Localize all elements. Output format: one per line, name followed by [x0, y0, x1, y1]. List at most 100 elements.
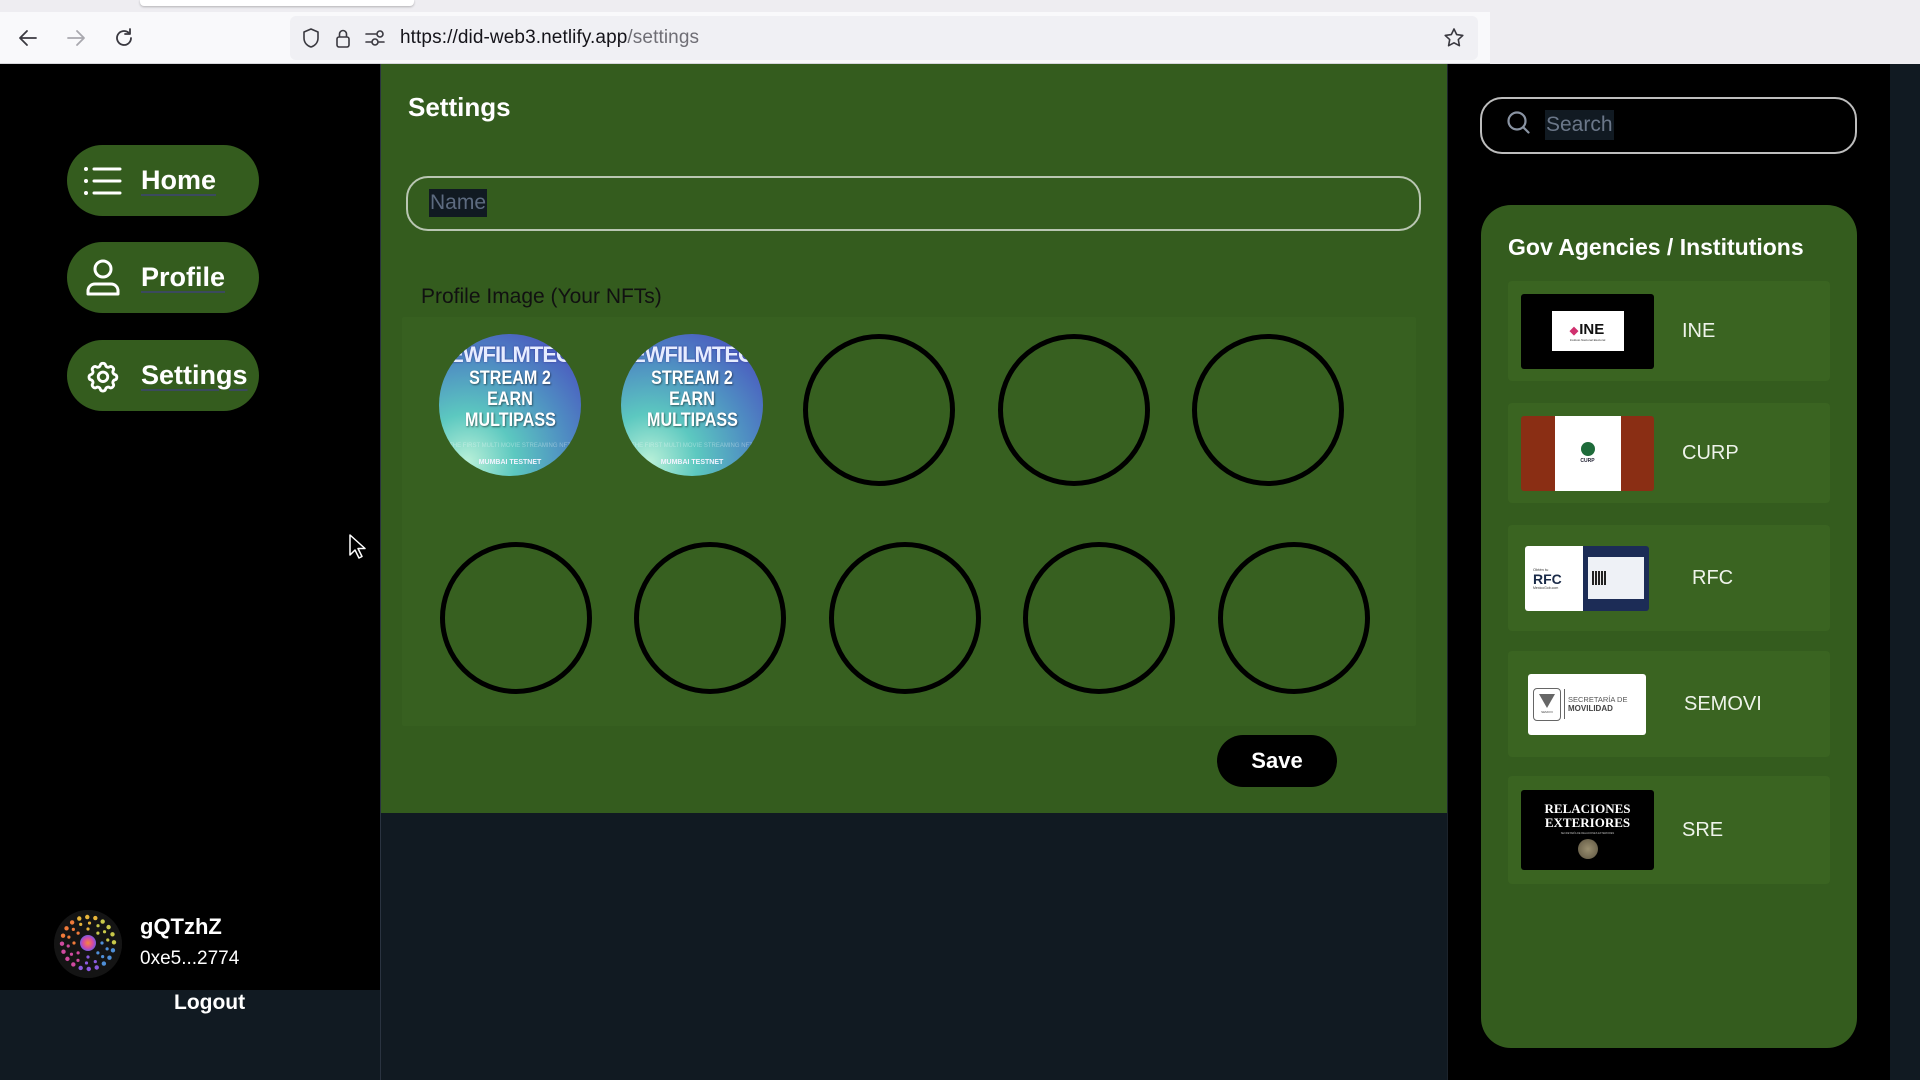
avatar-dot — [85, 914, 90, 920]
sidebar-item-home[interactable]: Home — [67, 145, 259, 216]
save-button[interactable]: Save — [1217, 735, 1337, 787]
nft-slot-empty[interactable] — [634, 542, 786, 694]
search-icon — [1506, 110, 1532, 141]
avatar-dot — [102, 930, 107, 934]
avatar-dot — [64, 926, 69, 931]
nft-slot-empty[interactable] — [1218, 542, 1370, 694]
avatar-dot — [110, 932, 115, 937]
gear-icon — [83, 356, 123, 396]
agency-name: INE — [1682, 319, 1716, 342]
back-button[interactable] — [12, 22, 44, 54]
avatar-dot — [69, 952, 74, 956]
curp-logo: CURP — [1521, 415, 1654, 491]
agency-item-sre[interactable]: RELACIONES EXTERIORES SECRETARÍA DE RELA… — [1508, 776, 1830, 884]
search-field[interactable]: Search — [1480, 97, 1857, 154]
semovi-logo: SEMOVI SECRETARÍA DE MOVILIDAD — [1528, 673, 1646, 735]
star-icon — [1444, 28, 1464, 47]
nft-slot-empty[interactable] — [440, 542, 592, 694]
shield-icon[interactable] — [300, 27, 322, 49]
agency-name: SEMOVI — [1684, 692, 1762, 715]
sre-logo: RELACIONES EXTERIORES SECRETARÍA DE RELA… — [1521, 790, 1654, 870]
lock-icon[interactable] — [332, 27, 354, 49]
avatar-dot — [76, 951, 80, 955]
avatar-dot — [76, 931, 80, 935]
nft-subtitle: THE FIRST MULTI MOVIE STREAMING NFT — [631, 443, 753, 449]
agencies-title: Gov Agencies / Institutions — [1508, 234, 1804, 260]
ine-logo: ◆INE Instituto Nacional Electoral — [1521, 293, 1654, 369]
page-title: Settings — [408, 92, 511, 122]
avatar-dot — [100, 919, 105, 924]
agency-name: RFC — [1692, 566, 1734, 589]
sidebar-item-label: Profile — [141, 262, 226, 292]
avatar-dot — [65, 956, 70, 962]
avatar-dot — [106, 924, 111, 930]
avatar-dot — [84, 961, 89, 965]
rfc-logo: Obtén tu RFC MexicoGob.com — [1525, 545, 1649, 611]
nft-slot-empty[interactable] — [829, 542, 981, 694]
avatar-dot — [94, 965, 99, 970]
agency-item-ine[interactable]: ◆INE Instituto Nacional Electoral INE — [1508, 281, 1830, 381]
avatar-dot — [78, 965, 83, 971]
avatar-dot — [96, 931, 100, 935]
reload-button[interactable] — [108, 22, 140, 54]
list-icon — [83, 161, 123, 201]
user-icon — [83, 258, 123, 298]
avatar-dot — [105, 947, 109, 951]
avatar-dot — [111, 940, 117, 945]
arrow-right-icon — [67, 30, 85, 46]
forward-button[interactable] — [60, 22, 92, 54]
avatar-dot — [93, 915, 98, 921]
address-bar[interactable]: https://did-web3.netlify.app/settings — [290, 16, 1478, 60]
sidebar-item-settings[interactable]: Settings — [67, 340, 259, 411]
url-host: https://did-web3.netlify.app — [400, 27, 628, 48]
content-background — [381, 813, 1447, 1080]
nft-network: MUMBAI TESTNET — [478, 459, 542, 466]
avatar-dots-icon — [54, 910, 122, 978]
arrow-left-icon — [19, 30, 37, 46]
avatar-dot — [87, 921, 92, 925]
nft-line1: STREAM 2 EARN — [651, 368, 733, 410]
avatar[interactable] — [54, 910, 122, 978]
avatar-dot — [93, 960, 97, 964]
nft-line1: STREAM 2 EARN — [469, 368, 551, 410]
browser-active-tab[interactable] — [140, 0, 414, 6]
avatar-dot — [71, 927, 75, 931]
avatar-dot — [100, 941, 104, 945]
scrollbar-track[interactable] — [1890, 64, 1920, 1080]
search-input[interactable] — [1542, 113, 1855, 138]
agency-item-rfc[interactable]: Obtén tu RFC MexicoGob.com RFC — [1508, 525, 1830, 631]
permissions-icon[interactable] — [364, 27, 386, 49]
avatar-dot — [86, 966, 91, 972]
nft-network: MUMBAI TESTNET — [660, 459, 724, 466]
name-input[interactable] — [428, 191, 1419, 216]
reload-icon — [116, 28, 132, 46]
avatar-dot — [71, 962, 76, 967]
bookmark-button[interactable] — [1440, 24, 1468, 52]
avatar-dot — [106, 938, 110, 942]
agency-item-semovi[interactable]: SEMOVI SECRETARÍA DE MOVILIDAD SEMOVI — [1508, 651, 1830, 757]
nft-slot-empty[interactable] — [998, 334, 1150, 486]
sidebar-item-profile[interactable]: Profile — [67, 242, 259, 313]
agency-item-curp[interactable]: CURP CURP — [1508, 403, 1830, 503]
avatar-dot — [86, 955, 90, 959]
nft-slot-empty[interactable] — [1192, 334, 1344, 486]
nft-item[interactable]: NEWFILMTECH STREAM 2 EARN MULTIPASS THE … — [621, 334, 763, 476]
profile-image-label: Profile Image (Your NFTs) — [421, 285, 662, 308]
nft-line2: MULTIPASS — [464, 410, 556, 431]
url-path: /settings — [627, 27, 700, 48]
avatar-dot — [101, 955, 105, 959]
nft-subtitle: THE FIRST MULTI MOVIE STREAMING NFT — [449, 443, 571, 449]
mouse-cursor-icon — [348, 533, 368, 566]
nft-slot-empty[interactable] — [1023, 542, 1175, 694]
nft-item[interactable]: NEWFILMTECH STREAM 2 EARN MULTIPASS THE … — [439, 334, 581, 476]
agency-name: SRE — [1682, 818, 1724, 841]
url-text[interactable]: https://did-web3.netlify.app/settings — [400, 27, 699, 49]
sidebar-item-label: Settings — [141, 360, 248, 390]
name-field[interactable]: Name — [406, 176, 1421, 231]
avatar-dot — [66, 944, 70, 948]
avatar-dot — [107, 955, 112, 960]
avatar-dot — [96, 951, 100, 955]
nft-slot-empty[interactable] — [803, 334, 955, 486]
avatar-dot — [79, 922, 83, 926]
logout-button[interactable]: Logout — [174, 991, 245, 1015]
